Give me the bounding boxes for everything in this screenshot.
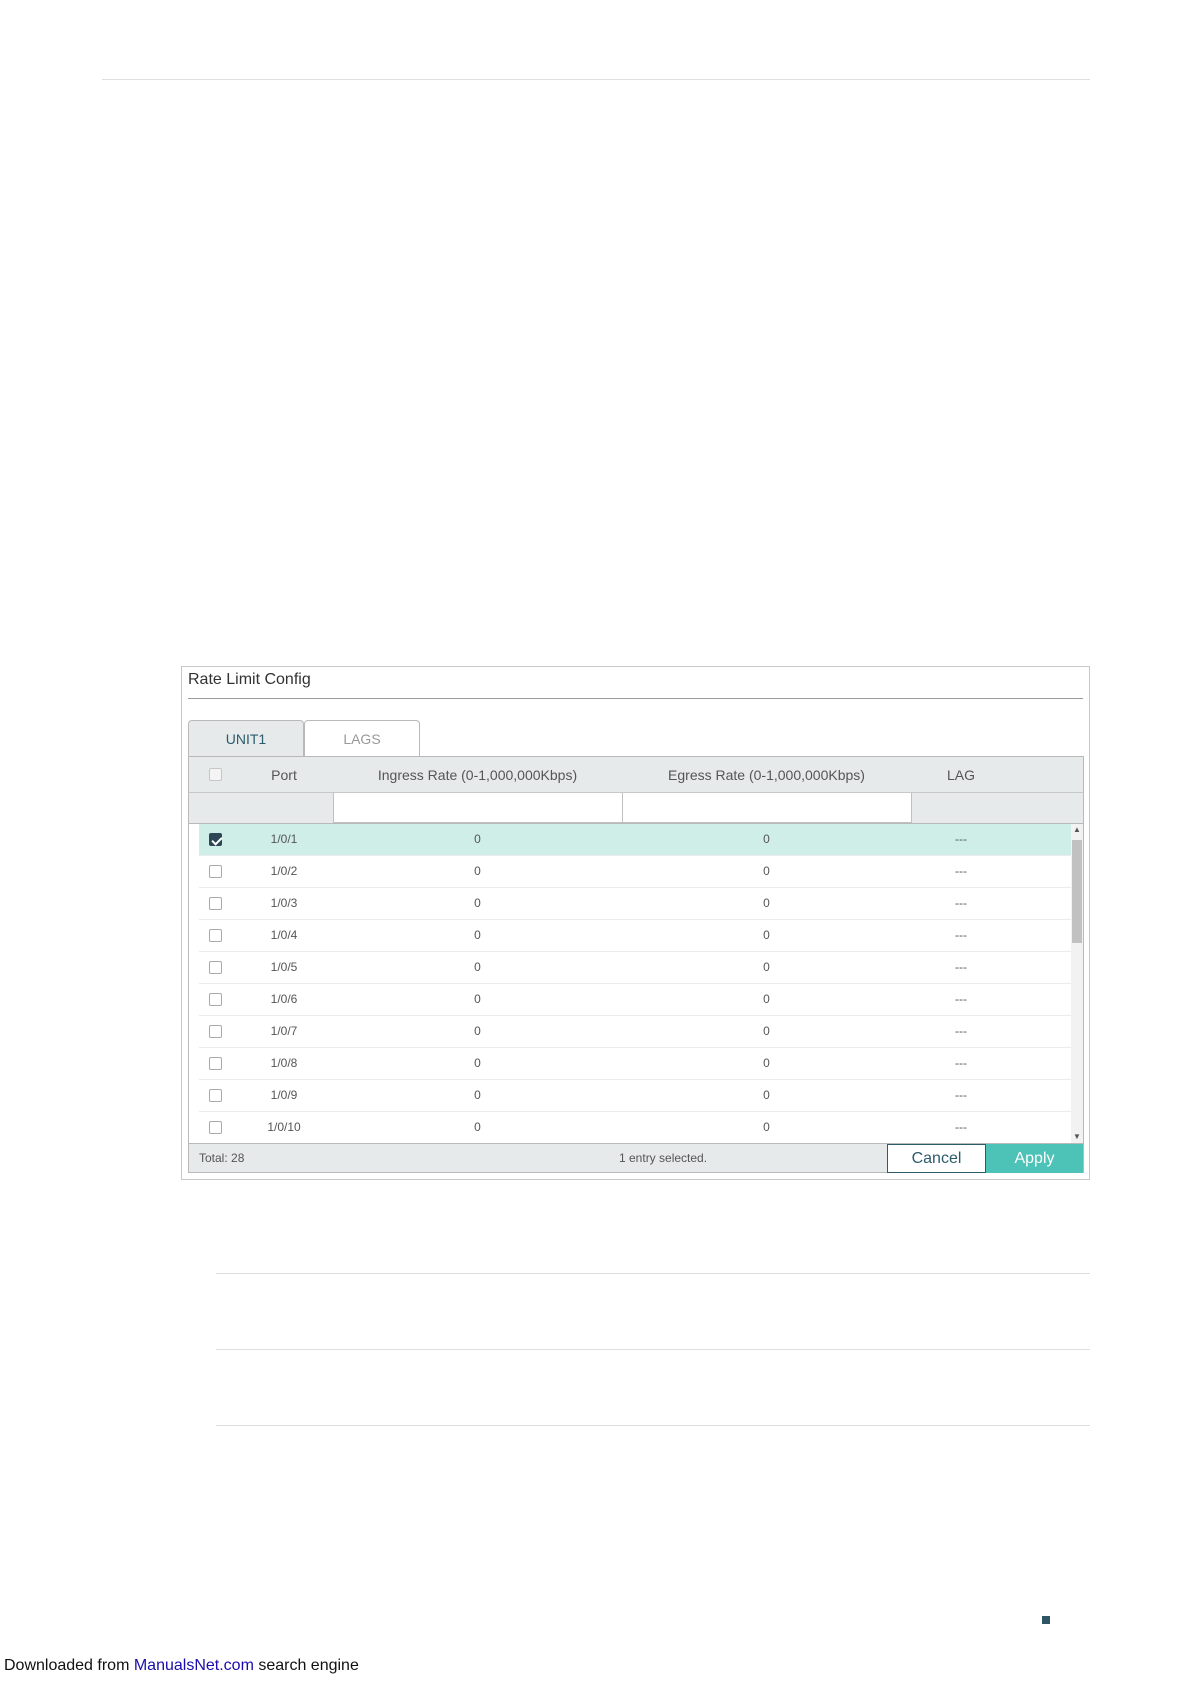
ingress-rate-cell: 0 — [474, 992, 481, 1006]
row-checkbox[interactable] — [209, 833, 222, 846]
table-row[interactable]: 1/0/8 0 0 --- — [199, 1048, 1071, 1080]
ingress-rate-cell: 0 — [474, 1088, 481, 1102]
port-cell: 1/0/6 — [270, 992, 298, 1006]
ingress-rate-cell: 0 — [474, 1056, 481, 1070]
filter-row — [189, 793, 1083, 824]
egress-rate-cell: 0 — [763, 928, 770, 942]
ingress-rate-cell: 0 — [474, 864, 481, 878]
table-row[interactable]: 1/0/1 0 0 --- — [199, 824, 1071, 856]
table-body: 1/0/1 0 0 --- 1/0/2 0 0 --- 1/0/3 0 0 --- 1/0/4 0 0 ---… — [199, 824, 1071, 1143]
egress-rate-cell: 0 — [763, 896, 770, 910]
lag-cell: --- — [955, 1088, 967, 1102]
row-checkbox[interactable] — [209, 897, 222, 910]
table-row[interactable]: 1/0/3 0 0 --- — [199, 888, 1071, 920]
egress-rate-cell: 0 — [763, 832, 770, 846]
table-row[interactable]: 1/0/6 0 0 --- — [199, 984, 1071, 1016]
table-row[interactable]: 1/0/9 0 0 --- — [199, 1080, 1071, 1112]
scroll-thumb[interactable] — [1072, 840, 1082, 943]
table-row[interactable]: 1/0/5 0 0 --- — [199, 952, 1071, 984]
port-cell: 1/0/2 — [270, 864, 298, 878]
table-scrollbar[interactable]: ▲ ▼ — [1071, 824, 1083, 1143]
lag-cell: --- — [955, 928, 967, 942]
ingress-rate-cell: 0 — [474, 928, 481, 942]
column-header-lag: LAG — [946, 767, 975, 783]
port-cell: 1/0/8 — [270, 1056, 298, 1070]
egress-rate-input[interactable] — [622, 793, 912, 823]
egress-rate-cell: 0 — [763, 960, 770, 974]
column-header-ingress: Ingress Rate (0-1,000,000Kbps) — [377, 767, 578, 783]
port-cell: 1/0/4 — [270, 928, 298, 942]
top-divider — [102, 79, 1090, 80]
ingress-rate-input[interactable] — [333, 793, 623, 823]
egress-rate-cell: 0 — [763, 1120, 770, 1134]
section-divider — [216, 1425, 1090, 1426]
download-footer: Downloaded from ManualsNet.com search en… — [4, 1657, 359, 1675]
port-cell: 1/0/3 — [270, 896, 298, 910]
tab-lags[interactable]: LAGS — [304, 720, 420, 756]
lag-cell: --- — [955, 832, 967, 846]
column-header-egress: Egress Rate (0-1,000,000Kbps) — [668, 767, 865, 783]
egress-rate-cell: 0 — [763, 992, 770, 1006]
lag-cell: --- — [955, 960, 967, 974]
lag-cell: --- — [955, 1056, 967, 1070]
row-checkbox[interactable] — [209, 1057, 222, 1070]
footer-prefix: Downloaded from — [4, 1657, 134, 1674]
row-checkbox[interactable] — [209, 1121, 222, 1134]
table-row[interactable]: 1/0/10 0 0 --- — [199, 1112, 1071, 1143]
scroll-up-arrow-icon[interactable]: ▲ — [1071, 824, 1083, 836]
row-checkbox[interactable] — [209, 1089, 222, 1102]
table-footer: Total: 28 1 entry selected. Cancel Apply — [189, 1143, 1083, 1173]
table-row[interactable]: 1/0/4 0 0 --- — [199, 920, 1071, 952]
ingress-rate-cell: 0 — [474, 960, 481, 974]
panel-title: Rate Limit Config — [188, 671, 311, 688]
rate-limit-config-panel: Rate Limit Config UNIT1 LAGS Port Ingres… — [181, 666, 1090, 1180]
row-checkbox[interactable] — [209, 961, 222, 974]
row-checkbox[interactable] — [209, 1025, 222, 1038]
lag-cell: --- — [955, 896, 967, 910]
panel-title-divider — [188, 698, 1083, 699]
section-divider — [216, 1273, 1090, 1274]
lag-cell: --- — [955, 1024, 967, 1038]
tab-unit1[interactable]: UNIT1 — [188, 720, 304, 756]
port-cell: 1/0/7 — [270, 1024, 298, 1038]
ingress-rate-cell: 0 — [474, 1024, 481, 1038]
table-row[interactable]: 1/0/7 0 0 --- — [199, 1016, 1071, 1048]
select-all-checkbox[interactable] — [209, 768, 222, 781]
row-checkbox[interactable] — [209, 993, 222, 1006]
ingress-rate-cell: 0 — [474, 1120, 481, 1134]
lag-cell: --- — [955, 864, 967, 878]
ingress-rate-cell: 0 — [474, 832, 481, 846]
port-cell: 1/0/1 — [270, 832, 298, 846]
egress-rate-cell: 0 — [763, 1056, 770, 1070]
row-checkbox[interactable] — [209, 929, 222, 942]
table-header: Port Ingress Rate (0-1,000,000Kbps) Egre… — [189, 757, 1083, 793]
port-cell: 1/0/10 — [267, 1120, 301, 1134]
egress-rate-cell: 0 — [763, 1024, 770, 1038]
total-count: Total: 28 — [199, 1151, 245, 1165]
scroll-down-arrow-icon[interactable]: ▼ — [1071, 1131, 1083, 1143]
section-divider — [216, 1349, 1090, 1350]
port-table: Port Ingress Rate (0-1,000,000Kbps) Egre… — [188, 756, 1084, 1173]
cancel-button[interactable]: Cancel — [887, 1144, 986, 1173]
footer-suffix: search engine — [253, 1657, 359, 1674]
lag-cell: --- — [955, 1120, 967, 1134]
egress-rate-cell: 0 — [763, 1088, 770, 1102]
port-cell: 1/0/9 — [270, 1088, 298, 1102]
ingress-rate-cell: 0 — [474, 896, 481, 910]
page-marker — [1042, 1616, 1050, 1624]
table-row[interactable]: 1/0/2 0 0 --- — [199, 856, 1071, 888]
egress-rate-cell: 0 — [763, 864, 770, 878]
lag-cell: --- — [955, 992, 967, 1006]
apply-button[interactable]: Apply — [986, 1144, 1083, 1173]
row-checkbox[interactable] — [209, 865, 222, 878]
manualsnet-link[interactable]: ManualsNet.com — [134, 1657, 254, 1674]
port-cell: 1/0/5 — [270, 960, 298, 974]
selection-status: 1 entry selected. — [619, 1151, 708, 1165]
column-header-port: Port — [271, 767, 297, 783]
